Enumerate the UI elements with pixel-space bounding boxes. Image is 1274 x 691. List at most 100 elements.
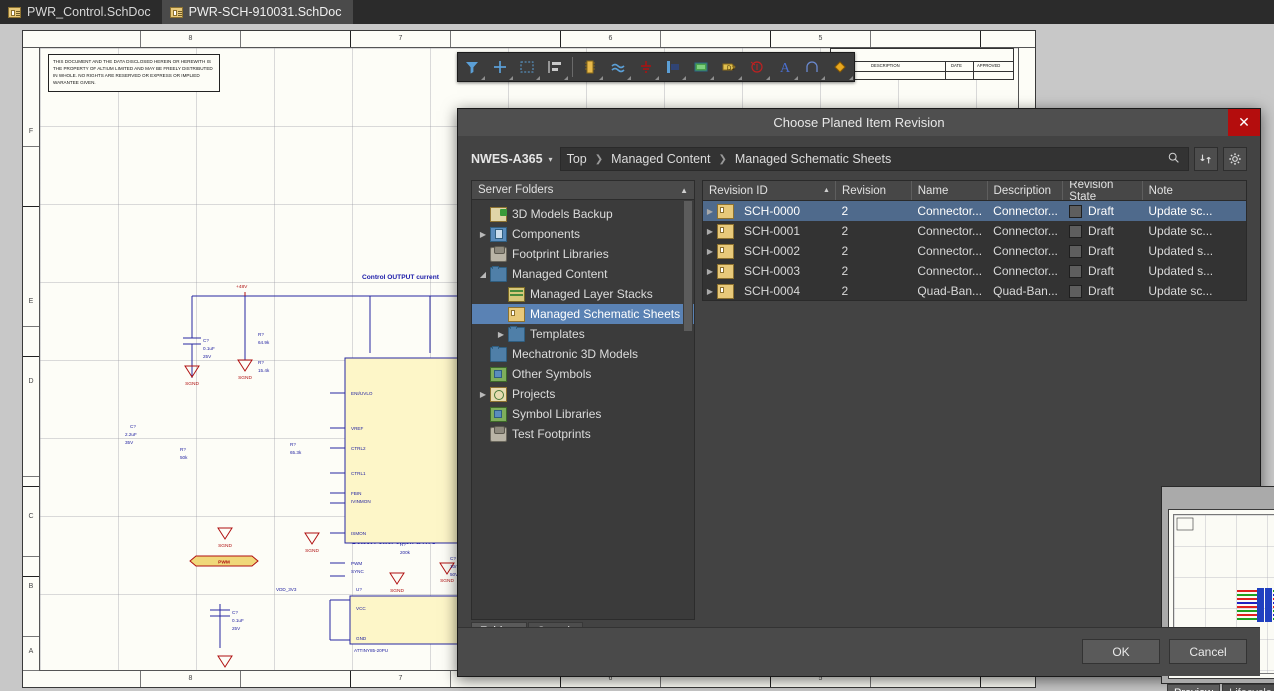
expander-icon[interactable]: ▶ — [703, 207, 717, 216]
tree-item-label: Test Footprints — [512, 427, 591, 441]
svg-text:GND: GND — [356, 636, 367, 641]
filter-icon[interactable] — [458, 53, 486, 81]
column-header-name[interactable]: Name — [912, 181, 988, 200]
cell-revision-state: Draft — [1087, 224, 1114, 238]
place-gnd-icon[interactable] — [632, 53, 660, 81]
tree-item-mechatronic-3d-models[interactable]: Mechatronic 3D Models — [472, 344, 694, 364]
column-header-revision[interactable]: Revision — [836, 181, 912, 200]
svg-text:CTRL2: CTRL2 — [351, 446, 366, 451]
scrollbar-thumb[interactable] — [684, 201, 692, 331]
ruler-top-label: 5 — [771, 31, 871, 47]
cell-revision-id: SCH-0003 — [744, 264, 801, 278]
svg-text:0.1uF: 0.1uF — [203, 346, 215, 351]
place-text-icon[interactable]: A — [771, 53, 799, 81]
footprint-icon — [490, 245, 507, 262]
tree-item-3d-models-backup[interactable]: 3D Models Backup — [472, 204, 694, 224]
expander-icon[interactable]: ▶ — [494, 330, 508, 339]
schematic-section-title-1: Control OUTPUT current — [362, 274, 440, 281]
table-row[interactable]: ▶ SCH-0004 2 Quad-Ban... Quad-Ban... Dra… — [703, 281, 1246, 300]
table-row[interactable]: ▶ SCH-0002 2 Connector... Connector... D… — [703, 241, 1246, 261]
svg-text:50k: 50k — [180, 455, 188, 460]
tree-item-footprint-libraries[interactable]: Footprint Libraries — [472, 244, 694, 264]
table-row[interactable]: ▶ SCH-0000 2 Connector... Connector... D… — [703, 201, 1246, 221]
column-header-description[interactable]: Description — [988, 181, 1064, 200]
svg-text:SGND: SGND — [218, 543, 232, 549]
expander-icon[interactable]: ▶ — [476, 230, 490, 239]
place-net-label-icon[interactable]: D1 — [715, 53, 743, 81]
svg-text:CTRL1: CTRL1 — [351, 471, 366, 476]
tree-item-other-symbols[interactable]: Other Symbols — [472, 364, 694, 384]
dialog-footer: OK Cancel — [458, 627, 1260, 676]
place-polygon-icon[interactable] — [826, 53, 854, 81]
ruler-left-label: B — [23, 577, 39, 637]
place-wire-icon[interactable] — [486, 53, 514, 81]
expander-icon[interactable]: ▶ — [703, 287, 717, 296]
refresh-icon[interactable] — [1194, 147, 1218, 171]
place-port-icon[interactable] — [660, 53, 688, 81]
document-tab-bar: PWR_Control.SchDoc PWR-SCH-910031.SchDoc — [0, 0, 1274, 24]
document-tab-2[interactable]: PWR-SCH-910031.SchDoc — [161, 0, 353, 24]
revisions-grid[interactable]: Revision ID ▲ Revision Name Description … — [702, 180, 1247, 301]
dialog-title-text: Choose Planed Item Revision — [773, 115, 945, 130]
component-designator-u2: U? — [356, 587, 362, 592]
schematic-sheet-icon — [717, 203, 734, 219]
expander-icon[interactable]: ▶ — [703, 267, 717, 276]
breadcrumb[interactable]: Top ❯ Managed Content ❯ Managed Schemati… — [559, 147, 1189, 171]
svg-text:SGND: SGND — [440, 578, 454, 584]
cell-note: Update sc... — [1148, 224, 1213, 238]
tree-item-symbol-libraries[interactable]: Symbol Libraries — [472, 404, 694, 424]
column-header-revision-state[interactable]: Revision State — [1063, 181, 1143, 203]
tree-item-label: Symbol Libraries — [512, 407, 602, 421]
wiring-toolbar[interactable]: D1 A — [457, 52, 855, 82]
place-no-erc-icon[interactable] — [743, 53, 771, 81]
server-selector[interactable]: NWES-A365 ▾ — [471, 152, 553, 166]
expander-icon[interactable]: ◢ — [476, 270, 490, 279]
place-part-icon[interactable] — [576, 53, 604, 81]
tree-item-templates[interactable]: ▶ Templates — [472, 324, 694, 344]
tab-lifecycle[interactable]: Lifecycle — [1222, 684, 1274, 691]
breadcrumb-item-managed-schematic-sheets[interactable]: Managed Schematic Sheets — [735, 152, 891, 166]
cell-description: Connector... — [993, 204, 1058, 218]
expander-icon[interactable]: ▶ — [703, 247, 717, 256]
folder-icon — [490, 345, 507, 362]
cell-revision: 2 — [841, 204, 849, 218]
breadcrumb-item-managed-content[interactable]: Managed Content — [611, 152, 710, 166]
tab-preview[interactable]: Preview — [1167, 684, 1221, 691]
dialog-title-bar[interactable]: Choose Planed Item Revision ✕ — [458, 109, 1260, 136]
tree-item-managed-content[interactable]: ◢ Managed Content — [472, 264, 694, 284]
place-sheet-symbol-icon[interactable] — [687, 53, 715, 81]
tree-scrollbar[interactable] — [683, 201, 693, 618]
place-bus-icon[interactable] — [604, 53, 632, 81]
tree-item-components[interactable]: ▶ Components — [472, 224, 694, 244]
svg-text:65.3k: 65.3k — [290, 450, 302, 455]
column-header-revision-id[interactable]: Revision ID ▲ — [703, 181, 836, 200]
column-header-note[interactable]: Note — [1143, 181, 1246, 200]
cell-description: Connector... — [993, 244, 1058, 258]
cell-name: Connector... — [917, 244, 983, 258]
tree-item-managed-layer-stacks[interactable]: Managed Layer Stacks — [472, 284, 694, 304]
place-arc-icon[interactable] — [799, 53, 827, 81]
svg-text:35V: 35V — [125, 440, 134, 445]
align-icon[interactable] — [541, 53, 569, 81]
expander-icon[interactable]: ▶ — [476, 390, 490, 399]
tree-item-managed-schematic-sheets[interactable]: Managed Schematic Sheets — [472, 304, 694, 324]
close-icon[interactable]: ✕ — [1228, 109, 1260, 136]
tree-item-test-footprints[interactable]: Test Footprints — [472, 424, 694, 444]
expander-icon[interactable]: ▶ — [703, 227, 717, 236]
cancel-button[interactable]: Cancel — [1169, 639, 1247, 664]
sort-ascending-icon[interactable]: ▲ — [680, 186, 688, 195]
table-row[interactable]: ▶ SCH-0001 2 Connector... Connector... D… — [703, 221, 1246, 241]
svg-text:15.4k: 15.4k — [258, 368, 270, 373]
table-row[interactable]: ▶ SCH-0003 2 Connector... Connector... D… — [703, 261, 1246, 281]
tree-item-projects[interactable]: ▶ Projects — [472, 384, 694, 404]
svg-text:200k: 200k — [400, 550, 411, 555]
server-folders-tree[interactable]: 3D Models Backup ▶ Components Footprint … — [472, 200, 694, 619]
cell-name: Connector... — [917, 224, 983, 238]
gear-icon[interactable] — [1223, 147, 1247, 171]
breadcrumb-item-top[interactable]: Top — [567, 152, 587, 166]
ok-button[interactable]: OK — [1082, 639, 1160, 664]
place-area-icon[interactable] — [514, 53, 542, 81]
search-icon[interactable] — [1167, 151, 1182, 167]
document-tab-1[interactable]: PWR_Control.SchDoc — [0, 0, 162, 24]
cell-revision-id: SCH-0004 — [744, 284, 801, 298]
